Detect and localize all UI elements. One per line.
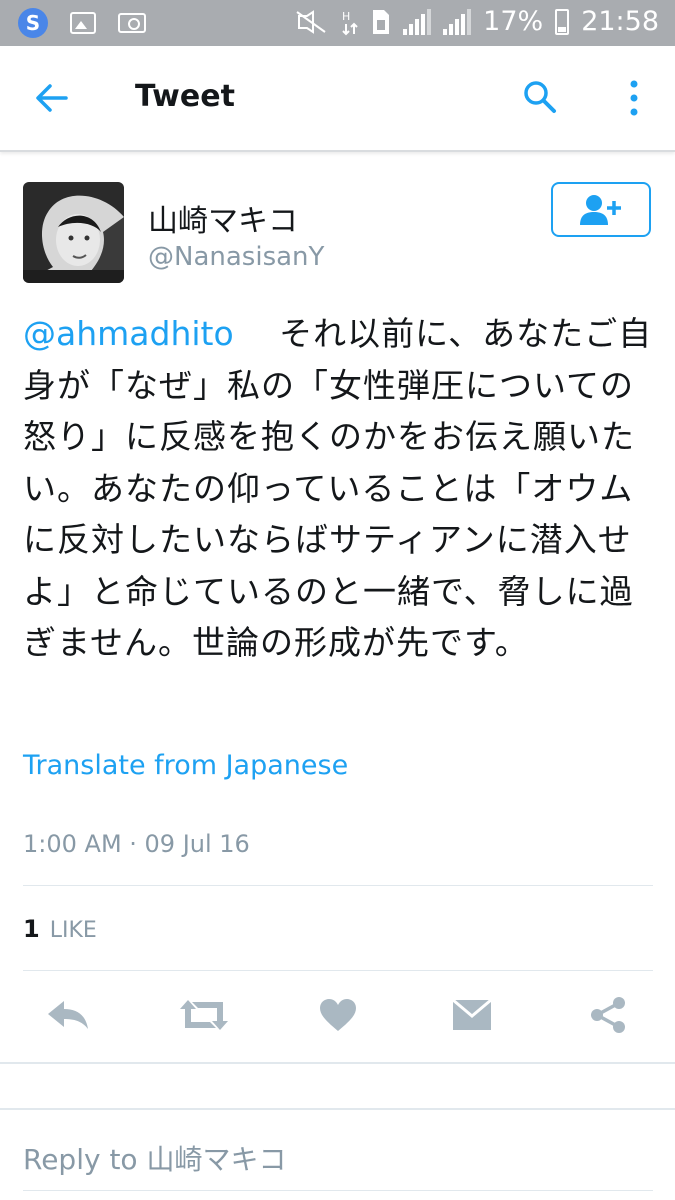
- battery-icon: [555, 8, 570, 35]
- likes-label: LIKE: [49, 918, 97, 943]
- author-handle[interactable]: @NanasisanY: [148, 242, 324, 272]
- svg-text:H: H: [342, 10, 350, 23]
- follow-button[interactable]: [551, 182, 651, 237]
- image-icon: [70, 12, 96, 34]
- tweet-body: それ以前に、あなたご自身が「なぜ」私の「女性弾圧についての怒り」に反感を抱くのか…: [23, 314, 653, 662]
- direct-message-icon: [452, 998, 492, 1030]
- signal-icon: [403, 8, 432, 35]
- tweet-text: @ahmadhito それ以前に、あなたご自身が「なぜ」私の「女性弾圧についての…: [23, 308, 663, 669]
- retweet-icon: [180, 1000, 228, 1030]
- app-bar: Tweet: [0, 46, 675, 152]
- divider: [23, 1190, 653, 1191]
- likes-number: 1: [23, 915, 40, 943]
- like-button[interactable]: [315, 990, 361, 1040]
- search-icon[interactable]: [522, 79, 558, 115]
- sim-icon: [373, 9, 390, 34]
- more-vert-icon[interactable]: [624, 78, 644, 118]
- translate-link[interactable]: Translate from Japanese: [23, 750, 348, 781]
- camera-icon: [118, 13, 146, 33]
- page-title: Tweet: [135, 79, 235, 114]
- reply-button[interactable]: [45, 990, 91, 1040]
- likes-count[interactable]: 1 LIKE: [23, 915, 97, 943]
- arrow-left-icon[interactable]: [34, 80, 70, 116]
- share-icon: [591, 997, 625, 1033]
- data-icon: H: [342, 10, 358, 35]
- status-bar: S H 17% 21:58: [0, 0, 675, 46]
- reply-input[interactable]: Reply to 山崎マキコ: [23, 1138, 286, 1178]
- app-s-icon: S: [18, 8, 48, 38]
- like-icon: [320, 999, 356, 1031]
- add-user-icon: [580, 194, 621, 225]
- divider: [23, 885, 653, 886]
- timestamp: 1:00 AM · 09 Jul 16: [23, 830, 250, 858]
- direct-message-button[interactable]: [449, 990, 495, 1040]
- divider: [0, 1108, 675, 1110]
- battery-percent: 17%: [483, 6, 544, 37]
- share-button[interactable]: [585, 990, 631, 1040]
- divider: [23, 970, 653, 971]
- mention-link[interactable]: @ahmadhito: [23, 314, 234, 353]
- avatar[interactable]: [23, 182, 124, 283]
- signal-icon: [443, 8, 472, 35]
- retweet-button[interactable]: [178, 990, 230, 1040]
- mute-icon: [296, 9, 326, 34]
- reply-icon: [48, 1001, 88, 1029]
- clock: 21:58: [581, 6, 659, 37]
- author-name[interactable]: 山崎マキコ: [148, 196, 298, 240]
- action-bar: [0, 990, 675, 1046]
- divider: [0, 1062, 675, 1064]
